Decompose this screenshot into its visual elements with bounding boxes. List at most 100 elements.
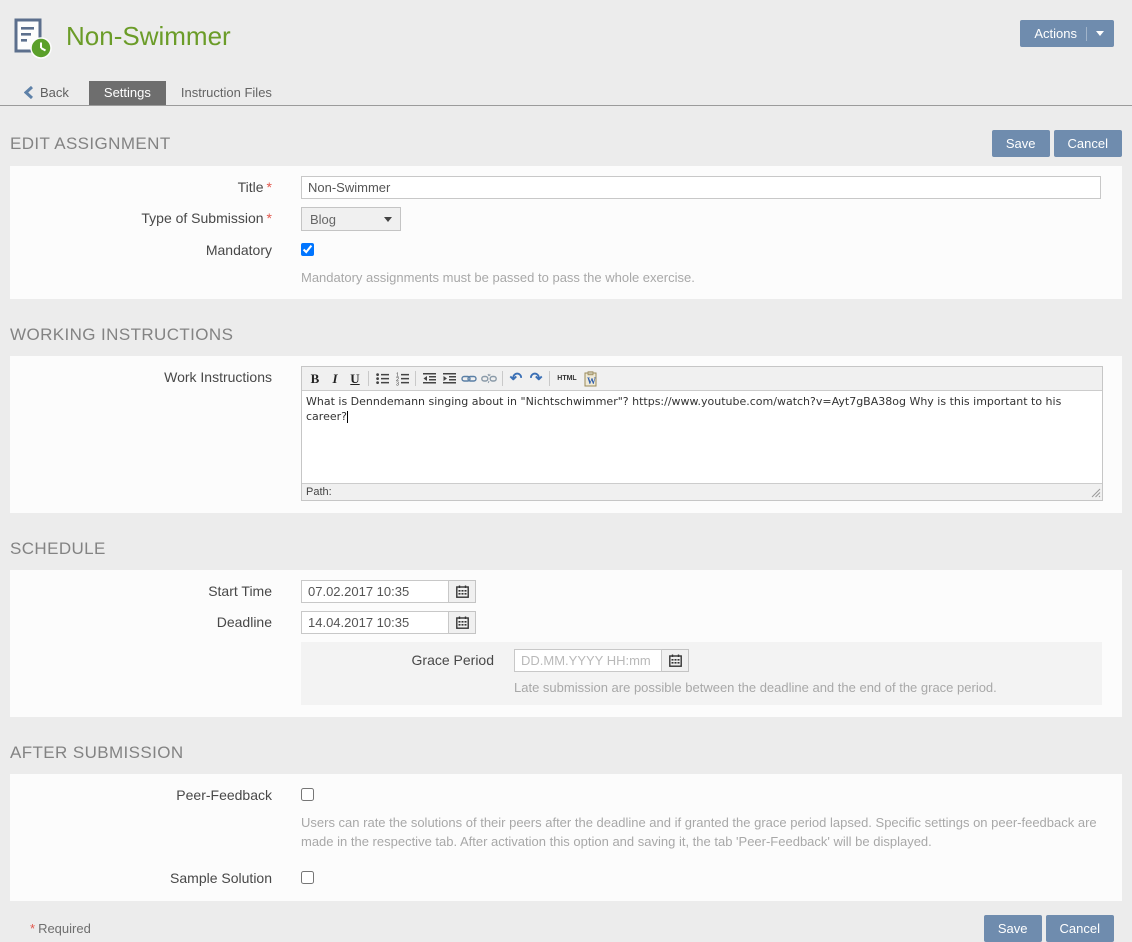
text-cursor bbox=[347, 411, 348, 423]
working-instructions-form: Work Instructions B I U 123 bbox=[10, 356, 1122, 513]
tab-instruction-files[interactable]: Instruction Files bbox=[166, 81, 287, 105]
undo-icon: ↶ bbox=[510, 371, 523, 386]
save-button-top[interactable]: Save bbox=[992, 130, 1050, 157]
peer-feedback-checkbox[interactable] bbox=[301, 788, 314, 801]
start-time-calendar-button[interactable] bbox=[449, 580, 476, 603]
sample-solution-checkbox[interactable] bbox=[301, 871, 314, 884]
deadline-calendar-button[interactable] bbox=[449, 611, 476, 634]
rich-text-editor: B I U 123 bbox=[301, 366, 1103, 501]
bold-button[interactable]: B bbox=[305, 369, 325, 389]
actions-button-label: Actions bbox=[1034, 26, 1077, 41]
assignment-clock-icon bbox=[14, 18, 52, 65]
schedule-form: Start Time Deadline Grace Period bbox=[10, 570, 1122, 717]
after-submission-section-head: AFTER SUBMISSION bbox=[10, 741, 1122, 765]
insert-link-button[interactable] bbox=[459, 369, 479, 389]
svg-text:W: W bbox=[587, 376, 596, 386]
required-label: Required bbox=[38, 921, 91, 936]
type-of-submission-row: Type of Submission* Blog bbox=[10, 207, 1108, 231]
section-heading-edit-assignment: EDIT ASSIGNMENT bbox=[10, 134, 171, 154]
paste-from-word-icon: W bbox=[583, 371, 599, 387]
page-title: Non-Swimmer bbox=[66, 16, 231, 56]
working-instructions-section-head: WORKING INSTRUCTIONS bbox=[10, 323, 1122, 347]
calendar-icon bbox=[669, 654, 682, 667]
required-asterisk: * bbox=[267, 179, 272, 195]
editor-statusbar: Path: bbox=[302, 483, 1102, 500]
peer-feedback-row: Peer-Feedback Users can rate the solutio… bbox=[10, 784, 1108, 851]
page-header: Non-Swimmer Actions bbox=[0, 0, 1132, 65]
mandatory-label: Mandatory bbox=[10, 239, 272, 287]
required-asterisk: * bbox=[30, 921, 35, 936]
tab-bar: Back Settings Instruction Files bbox=[0, 81, 1132, 106]
grace-period-hint: Late submission are possible between the… bbox=[514, 678, 1102, 697]
select-value: Blog bbox=[310, 212, 336, 227]
bullet-list-icon bbox=[375, 371, 390, 386]
start-time-label: Start Time bbox=[10, 580, 272, 603]
actions-button[interactable]: Actions bbox=[1020, 20, 1114, 47]
mandatory-hint: Mandatory assignments must be passed to … bbox=[301, 268, 1101, 287]
resize-grip-icon bbox=[1090, 487, 1101, 498]
indent-icon bbox=[442, 371, 457, 386]
caret-down-icon bbox=[1096, 31, 1104, 36]
schedule-section-head: SCHEDULE bbox=[10, 537, 1122, 561]
paste-from-word-button[interactable]: W bbox=[581, 369, 601, 389]
work-instructions-row: Work Instructions B I U 123 bbox=[10, 366, 1108, 501]
grace-period-subsection: Grace Period Late submission are possibl… bbox=[301, 642, 1102, 705]
italic-button[interactable]: I bbox=[325, 369, 345, 389]
editor-path-label: Path: bbox=[306, 486, 332, 498]
grace-period-input[interactable] bbox=[514, 649, 662, 672]
peer-feedback-label: Peer-Feedback bbox=[10, 784, 272, 851]
back-link[interactable]: Back bbox=[24, 85, 79, 105]
after-submission-form: Peer-Feedback Users can rate the solutio… bbox=[10, 774, 1122, 901]
deadline-label: Deadline bbox=[10, 611, 272, 634]
title-row: Title* bbox=[10, 176, 1108, 199]
grace-period-calendar-button[interactable] bbox=[662, 649, 689, 672]
chevron-left-icon bbox=[24, 86, 33, 99]
unlink-icon bbox=[481, 371, 497, 386]
mandatory-checkbox[interactable] bbox=[301, 243, 314, 256]
type-of-submission-select[interactable]: Blog bbox=[301, 207, 401, 231]
outdent-icon bbox=[422, 371, 437, 386]
work-instructions-label: Work Instructions bbox=[10, 366, 272, 501]
indent-button[interactable] bbox=[439, 369, 459, 389]
tab-settings[interactable]: Settings bbox=[89, 81, 166, 105]
section-heading-after-submission: AFTER SUBMISSION bbox=[10, 743, 184, 763]
grace-period-row: Grace Period Late submission are possibl… bbox=[301, 649, 1102, 697]
html-source-button[interactable]: HTML bbox=[553, 369, 581, 389]
section-heading-schedule: SCHEDULE bbox=[10, 539, 106, 559]
caret-down-icon bbox=[384, 217, 392, 222]
calendar-icon bbox=[456, 616, 469, 629]
form-footer: *Required Save Cancel bbox=[0, 915, 1132, 942]
redo-button[interactable]: ↷ bbox=[526, 369, 546, 389]
section-heading-working-instructions: WORKING INSTRUCTIONS bbox=[10, 325, 233, 345]
start-time-input[interactable] bbox=[301, 580, 449, 603]
title-input[interactable] bbox=[301, 176, 1101, 199]
outdent-button[interactable] bbox=[419, 369, 439, 389]
editor-toolbar: B I U 123 bbox=[302, 367, 1102, 391]
bullet-list-button[interactable] bbox=[372, 369, 392, 389]
calendar-icon bbox=[456, 585, 469, 598]
editor-text: What is Denndemann singing about in "Nic… bbox=[306, 395, 1061, 423]
edit-assignment-form: Title* Type of Submission* Blog Mandator… bbox=[10, 166, 1122, 299]
sample-solution-label: Sample Solution bbox=[10, 867, 272, 889]
editor-content[interactable]: What is Denndemann singing about in "Nic… bbox=[302, 391, 1102, 483]
underline-button[interactable]: U bbox=[345, 369, 365, 389]
title-label: Title bbox=[238, 179, 264, 195]
numbered-list-icon: 123 bbox=[395, 371, 410, 386]
save-button-bottom[interactable]: Save bbox=[984, 915, 1042, 942]
editor-resize-handle[interactable] bbox=[1090, 487, 1101, 498]
peer-feedback-hint: Users can rate the solutions of their pe… bbox=[301, 813, 1101, 851]
required-asterisk: * bbox=[267, 210, 272, 226]
cancel-button-top[interactable]: Cancel bbox=[1054, 130, 1122, 157]
cancel-button-bottom[interactable]: Cancel bbox=[1046, 915, 1114, 942]
link-icon bbox=[461, 371, 477, 386]
sample-solution-row: Sample Solution bbox=[10, 867, 1108, 889]
undo-button[interactable]: ↶ bbox=[506, 369, 526, 389]
back-link-label: Back bbox=[40, 85, 69, 100]
remove-link-button[interactable] bbox=[479, 369, 499, 389]
edit-assignment-section-head: EDIT ASSIGNMENT Save Cancel bbox=[10, 130, 1122, 157]
mandatory-row: Mandatory Mandatory assignments must be … bbox=[10, 239, 1108, 287]
deadline-row: Deadline bbox=[10, 611, 1108, 634]
start-time-row: Start Time bbox=[10, 580, 1108, 603]
deadline-input[interactable] bbox=[301, 611, 449, 634]
numbered-list-button[interactable]: 123 bbox=[392, 369, 412, 389]
